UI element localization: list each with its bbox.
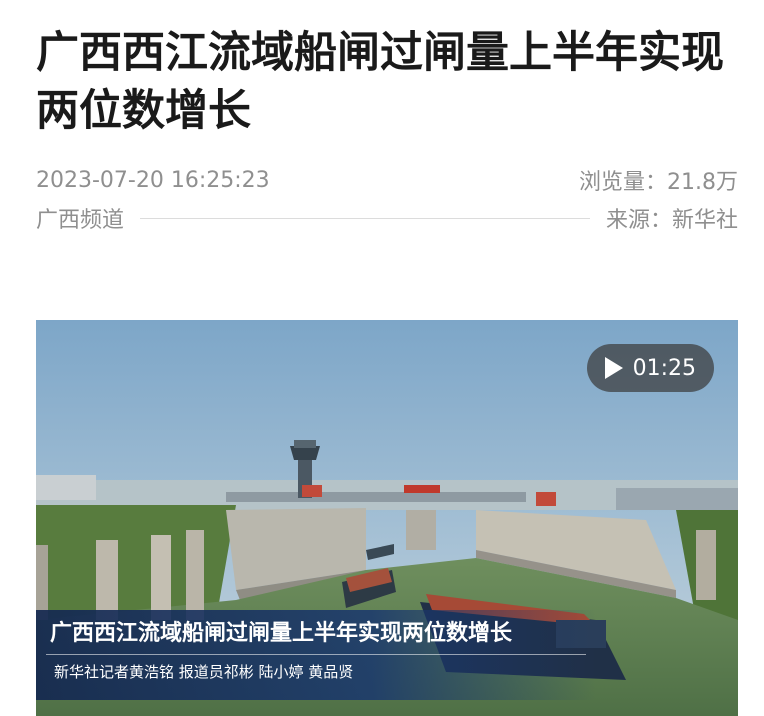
caption-divider <box>46 654 586 655</box>
view-count: 浏览量：21.8万 <box>579 170 738 195</box>
video-caption-title: 广西西江流域船闸过闸量上半年实现两位数增长 <box>50 620 513 646</box>
meta-row-time-views: 2023-07-20 16:25:23 浏览量：21.8万 <box>36 164 738 196</box>
article-title: 广西西江流域船闸过闸量上半年实现两位数增长 <box>36 28 724 136</box>
article-header: 广西西江流域船闸过闸量上半年实现两位数增长 <box>36 0 738 140</box>
play-icon <box>604 357 623 379</box>
video-duration-badge[interactable]: 01:25 <box>586 344 714 392</box>
video-duration: 01:25 <box>632 355 696 381</box>
meta-row-channel-source: 广西频道 来源：新华社 <box>36 202 738 234</box>
video-caption-overlay: 广西西江流域船闸过闸量上半年实现两位数增长 新华社记者黄浩铭 报道员祁彬 陆小婷… <box>36 610 596 700</box>
news-source: 来源：新华社 <box>605 208 738 233</box>
meta-divider <box>140 217 590 219</box>
channel-link[interactable]: 广西频道 <box>36 202 124 234</box>
publish-datetime: 2023-07-20 16:25:23 <box>36 167 270 193</box>
video-caption-credits: 新华社记者黄浩铭 报道员祁彬 陆小婷 黄品贤 <box>54 663 354 681</box>
video-player[interactable]: 01:25 广西西江流域船闸过闸量上半年实现两位数增长 新华社记者黄浩铭 报道员… <box>36 320 738 716</box>
